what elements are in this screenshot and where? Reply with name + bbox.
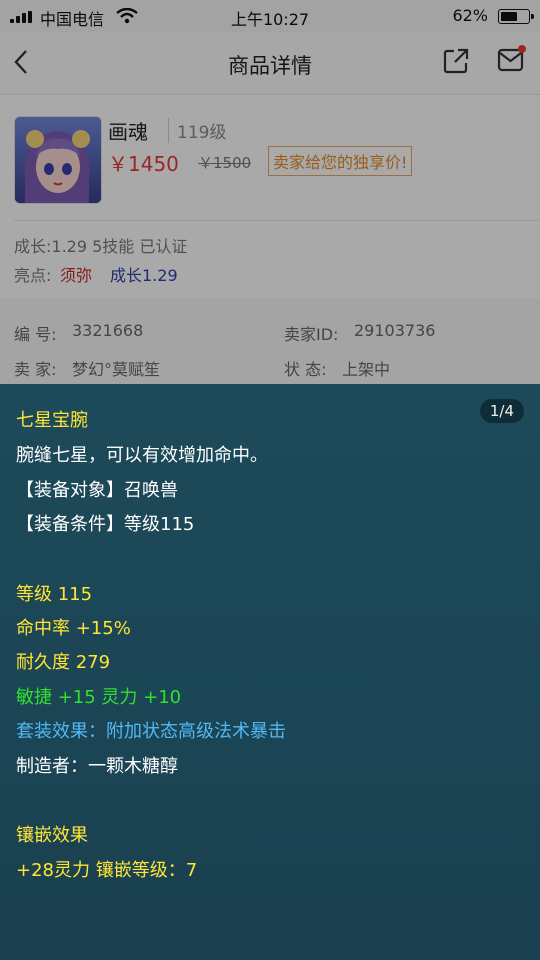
equip-set-effect: 套装效果：附加状态高级法术暴击 xyxy=(16,721,286,742)
equip-title: 七星宝腕 xyxy=(16,410,88,431)
equip-bonus: 敏捷 +15 灵力 +10 xyxy=(16,687,182,708)
equip-durability: 耐久度 279 xyxy=(16,652,111,673)
equip-level: 等级 115 xyxy=(16,584,93,605)
equip-desc: 腕缝七星，可以有效增加命中。 xyxy=(16,445,268,466)
equip-condition: 【装备条件】等级115 xyxy=(16,514,195,535)
inlay-title: 镶嵌效果 xyxy=(16,825,88,846)
equip-maker: 制造者：一颗木糖醇 xyxy=(16,756,178,777)
page-indicator: 1/4 xyxy=(479,399,524,423)
equip-hit-rate: 命中率 +15% xyxy=(16,618,131,639)
equip-target: 【装备对象】召唤兽 xyxy=(16,480,178,501)
inlay-value: +28灵力 镶嵌等级：7 xyxy=(16,860,198,881)
dim-overlay[interactable] xyxy=(0,0,540,384)
